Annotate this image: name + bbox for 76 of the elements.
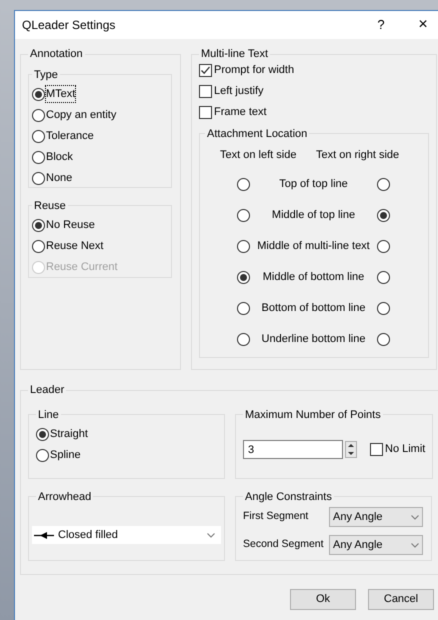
arrowhead-dropdown[interactable]: Closed filled <box>32 526 221 544</box>
option-label: Bottom of bottom line <box>260 301 366 316</box>
down-arrow-icon <box>348 452 354 455</box>
option-label: MText <box>46 86 76 102</box>
checkbox[interactable] <box>370 443 383 456</box>
option-label: None <box>46 170 72 186</box>
option-label: Reuse Current <box>46 260 118 275</box>
checkbox[interactable] <box>199 106 212 119</box>
option-label: Copy an entity <box>46 108 116 123</box>
radio-button[interactable] <box>377 178 390 191</box>
radio-button[interactable] <box>32 108 45 122</box>
radio-button[interactable] <box>32 218 45 232</box>
up-arrow-icon <box>348 444 354 448</box>
spin-button[interactable] <box>345 441 357 458</box>
radio-button[interactable] <box>377 302 390 315</box>
chevron-down-icon <box>411 542 419 548</box>
group-title: Attachment Location <box>206 126 308 142</box>
group-title: Maximum Number of Points <box>244 408 382 422</box>
option-label: First Segment <box>243 509 310 524</box>
number-input[interactable]: 3 <box>243 440 343 459</box>
radio-button[interactable] <box>32 240 45 252</box>
radio-button[interactable] <box>377 209 390 222</box>
dialog-button[interactable]: Cancel <box>368 589 434 610</box>
radio-button[interactable] <box>237 178 250 191</box>
group-title: Reuse <box>33 198 67 214</box>
group-title: Annotation <box>29 47 84 62</box>
chevron-down-icon <box>207 532 215 538</box>
option-label: Left justify <box>214 84 264 100</box>
option-label: Prompt for width <box>214 63 294 78</box>
radio-button[interactable] <box>36 428 49 440</box>
option-label: Middle of multi-line text <box>256 239 371 254</box>
group-title: Type <box>33 68 59 82</box>
option-label: Second Segment <box>243 537 325 552</box>
option-label: Middle of bottom line <box>262 270 366 286</box>
option-label: No Limit <box>385 442 426 458</box>
radio-button[interactable] <box>377 333 390 346</box>
option-label: Tolerance <box>46 128 94 144</box>
column-header: Text on right side <box>316 148 400 163</box>
checkbox[interactable] <box>199 85 212 98</box>
radio-button[interactable] <box>237 209 250 222</box>
radio-button[interactable] <box>36 448 49 462</box>
radio-button[interactable] <box>237 240 250 253</box>
dropdown-value: Closed filled <box>58 528 119 543</box>
option-label: Block <box>46 150 73 165</box>
group-title: Multi-line Text <box>200 47 270 62</box>
close-button[interactable]: × <box>408 11 438 39</box>
radio-button[interactable] <box>377 240 390 253</box>
option-label: Top of top line <box>278 177 349 192</box>
checkbox[interactable] <box>199 64 212 77</box>
arrow-icon <box>34 532 54 538</box>
radio-button[interactable] <box>32 88 45 100</box>
radio-button[interactable] <box>32 130 45 142</box>
dialog-button[interactable]: Ok <box>290 589 356 610</box>
group-title: Leader <box>29 383 66 398</box>
angle-dropdown[interactable]: Any Angle <box>329 535 423 555</box>
radio-button[interactable] <box>237 333 250 346</box>
option-label: Reuse Next <box>46 238 104 254</box>
option-label: Spline <box>50 448 81 463</box>
option-label: No Reuse <box>46 218 95 233</box>
group-title: Arrowhead <box>37 490 92 504</box>
chevron-down-icon <box>411 514 419 520</box>
help-button[interactable]: ? <box>366 11 396 39</box>
radio-button[interactable] <box>32 172 45 184</box>
column-header: Text on left side <box>220 148 298 163</box>
window-title: QLeader Settings <box>22 17 116 34</box>
radio-button[interactable] <box>237 271 250 284</box>
radio-button[interactable] <box>377 271 390 284</box>
option-label: Straight <box>50 426 88 442</box>
radio-button[interactable] <box>237 302 250 315</box>
group-title: Line <box>37 408 60 422</box>
option-label: Middle of top line <box>270 208 356 224</box>
option-label: Underline bottom line <box>260 332 366 348</box>
group-title: Angle Constraints <box>244 490 333 504</box>
angle-dropdown[interactable]: Any Angle <box>329 507 423 527</box>
option-label: Frame text <box>214 105 267 120</box>
radio-button[interactable] <box>32 150 45 164</box>
